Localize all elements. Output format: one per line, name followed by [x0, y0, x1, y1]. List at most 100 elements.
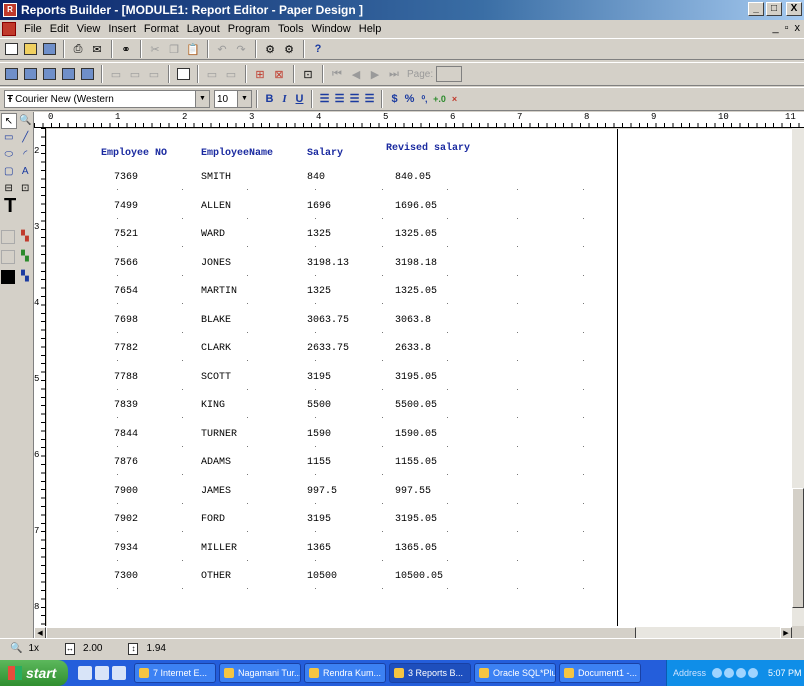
- copy-icon[interactable]: ❐: [165, 40, 183, 58]
- cell-employee-no[interactable]: 7369: [114, 172, 138, 183]
- cut-icon[interactable]: ✂: [146, 40, 164, 58]
- mdi-close-button[interactable]: x: [795, 22, 801, 34]
- bold-button[interactable]: B: [262, 90, 277, 108]
- cell-employee-no[interactable]: 7900: [114, 486, 138, 497]
- cell-salary[interactable]: 1325: [307, 286, 331, 297]
- document-icon[interactable]: [2, 22, 16, 36]
- line-tool-icon[interactable]: ╱: [18, 130, 34, 146]
- cell-revised-salary[interactable]: 1325.05: [395, 229, 437, 240]
- cell-employee-no[interactable]: 7844: [114, 429, 138, 440]
- line-color-icon[interactable]: ▚: [17, 249, 33, 265]
- cell-employee-no[interactable]: 7698: [114, 315, 138, 326]
- cell-salary[interactable]: 3198.13: [307, 258, 349, 269]
- cell-employee-no[interactable]: 7499: [114, 201, 138, 212]
- chevron-down-icon[interactable]: ▼: [237, 91, 251, 107]
- first-page-icon[interactable]: ⏮: [328, 65, 346, 83]
- menu-program[interactable]: Program: [224, 23, 274, 35]
- undo-icon[interactable]: ↶: [213, 40, 231, 58]
- quick-launch-icon[interactable]: [95, 666, 109, 680]
- redo-icon[interactable]: ↷: [232, 40, 250, 58]
- cell-revised-salary[interactable]: 1590.05: [395, 429, 437, 440]
- paper-layout-icon[interactable]: [40, 65, 58, 83]
- bring-forward-icon[interactable]: ▭: [126, 65, 144, 83]
- cell-salary[interactable]: 1325: [307, 229, 331, 240]
- cell-salary[interactable]: 3063.75: [307, 315, 349, 326]
- cell-employee-no[interactable]: 7782: [114, 343, 138, 354]
- connect-icon[interactable]: ⚭: [117, 40, 135, 58]
- font-size-select[interactable]: 10 ▼: [214, 90, 252, 108]
- cell-salary[interactable]: 1155: [307, 457, 331, 468]
- close-button[interactable]: X: [786, 2, 802, 16]
- group-icon[interactable]: ▭: [203, 65, 221, 83]
- mail-icon[interactable]: ✉: [88, 40, 106, 58]
- add-decimal-icon[interactable]: +.0: [432, 90, 447, 108]
- align-objects-icon[interactable]: ⊞: [251, 65, 269, 83]
- cell-employee-no[interactable]: 7300: [114, 571, 138, 582]
- font-name-select[interactable]: Ŧ Courier New (Western ▼: [4, 90, 210, 108]
- arc-tool-icon[interactable]: ◜: [18, 147, 34, 163]
- last-page-icon[interactable]: ⏭: [385, 65, 403, 83]
- cell-revised-salary[interactable]: 3198.18: [395, 258, 437, 269]
- task-nagamani[interactable]: Nagamani Tur...: [219, 663, 301, 683]
- cell-revised-salary[interactable]: 5500.05: [395, 400, 437, 411]
- menu-layout[interactable]: Layout: [183, 23, 224, 35]
- rounded-rect-tool-icon[interactable]: ▢: [1, 164, 17, 180]
- minimize-button[interactable]: _: [748, 2, 764, 16]
- percent-button[interactable]: %: [402, 90, 417, 108]
- menu-insert[interactable]: Insert: [104, 23, 140, 35]
- commas-icon[interactable]: ⁰,: [417, 90, 432, 108]
- cell-revised-salary[interactable]: 1155.05: [395, 457, 437, 468]
- menu-tools[interactable]: Tools: [274, 23, 308, 35]
- internet-explorer-icon[interactable]: [112, 666, 126, 680]
- text-tool-icon[interactable]: A: [18, 164, 34, 180]
- mdi-restore-button[interactable]: ▫: [785, 22, 789, 34]
- menu-edit[interactable]: Edit: [46, 23, 73, 35]
- next-page-icon[interactable]: ▶: [366, 65, 384, 83]
- align-center-icon[interactable]: ☰: [332, 90, 347, 108]
- paper-design-icon[interactable]: [59, 65, 77, 83]
- cell-salary[interactable]: 1365: [307, 543, 331, 554]
- task-internet-explorer[interactable]: 7 Internet E...: [134, 663, 216, 683]
- paper-design-canvas[interactable]: Employee NO EmployeeName Salary Revised …: [47, 129, 802, 626]
- print-icon[interactable]: ⎙: [69, 40, 87, 58]
- address-label[interactable]: Address: [673, 668, 706, 678]
- task-sqlplus[interactable]: Oracle SQL*Plus: [474, 663, 556, 683]
- select-parent-icon[interactable]: ▭: [107, 65, 125, 83]
- italic-button[interactable]: I: [277, 90, 292, 108]
- flex-icon[interactable]: ⊡: [299, 65, 317, 83]
- open-icon[interactable]: [21, 40, 39, 58]
- currency-button[interactable]: $: [387, 90, 402, 108]
- cell-employee-name[interactable]: MILLER: [201, 543, 237, 554]
- align-justify-icon[interactable]: ☰: [362, 90, 377, 108]
- cell-revised-salary[interactable]: 1365.05: [395, 543, 437, 554]
- line-color-swatch[interactable]: [1, 250, 15, 264]
- remove-decimal-icon[interactable]: ×: [447, 90, 462, 108]
- cell-salary[interactable]: 5500: [307, 400, 331, 411]
- header-employee-no[interactable]: Employee NO: [101, 148, 167, 159]
- data-model-icon[interactable]: [2, 65, 20, 83]
- compile-icon[interactable]: ⚙: [280, 40, 298, 58]
- cell-salary[interactable]: 10500: [307, 571, 337, 582]
- cell-salary[interactable]: 1590: [307, 429, 331, 440]
- text-color-swatch[interactable]: [1, 270, 15, 284]
- header-salary[interactable]: Salary: [307, 148, 343, 159]
- cell-revised-salary[interactable]: 997.55: [395, 486, 431, 497]
- run-icon[interactable]: ⚙: [261, 40, 279, 58]
- cell-employee-name[interactable]: SMITH: [201, 172, 231, 183]
- vertical-scrollbar[interactable]: [792, 128, 804, 626]
- menu-file[interactable]: File: [20, 23, 46, 35]
- tray-icon[interactable]: [748, 668, 759, 678]
- cell-employee-no[interactable]: 7934: [114, 543, 138, 554]
- cell-revised-salary[interactable]: 3195.05: [395, 372, 437, 383]
- maximize-button[interactable]: □: [766, 2, 782, 16]
- fill-color-icon[interactable]: ▚: [17, 229, 33, 245]
- menu-format[interactable]: Format: [140, 23, 183, 35]
- show-desktop-icon[interactable]: [78, 666, 92, 680]
- tray-icon[interactable]: [736, 668, 747, 678]
- cell-employee-name[interactable]: MARTIN: [201, 286, 237, 297]
- cell-employee-name[interactable]: SCOTT: [201, 372, 231, 383]
- vertical-scroll-thumb[interactable]: [792, 488, 804, 608]
- cell-employee-name[interactable]: OTHER: [201, 571, 231, 582]
- rectangle-tool-icon[interactable]: ▭: [1, 130, 17, 146]
- underline-button[interactable]: U: [292, 90, 307, 108]
